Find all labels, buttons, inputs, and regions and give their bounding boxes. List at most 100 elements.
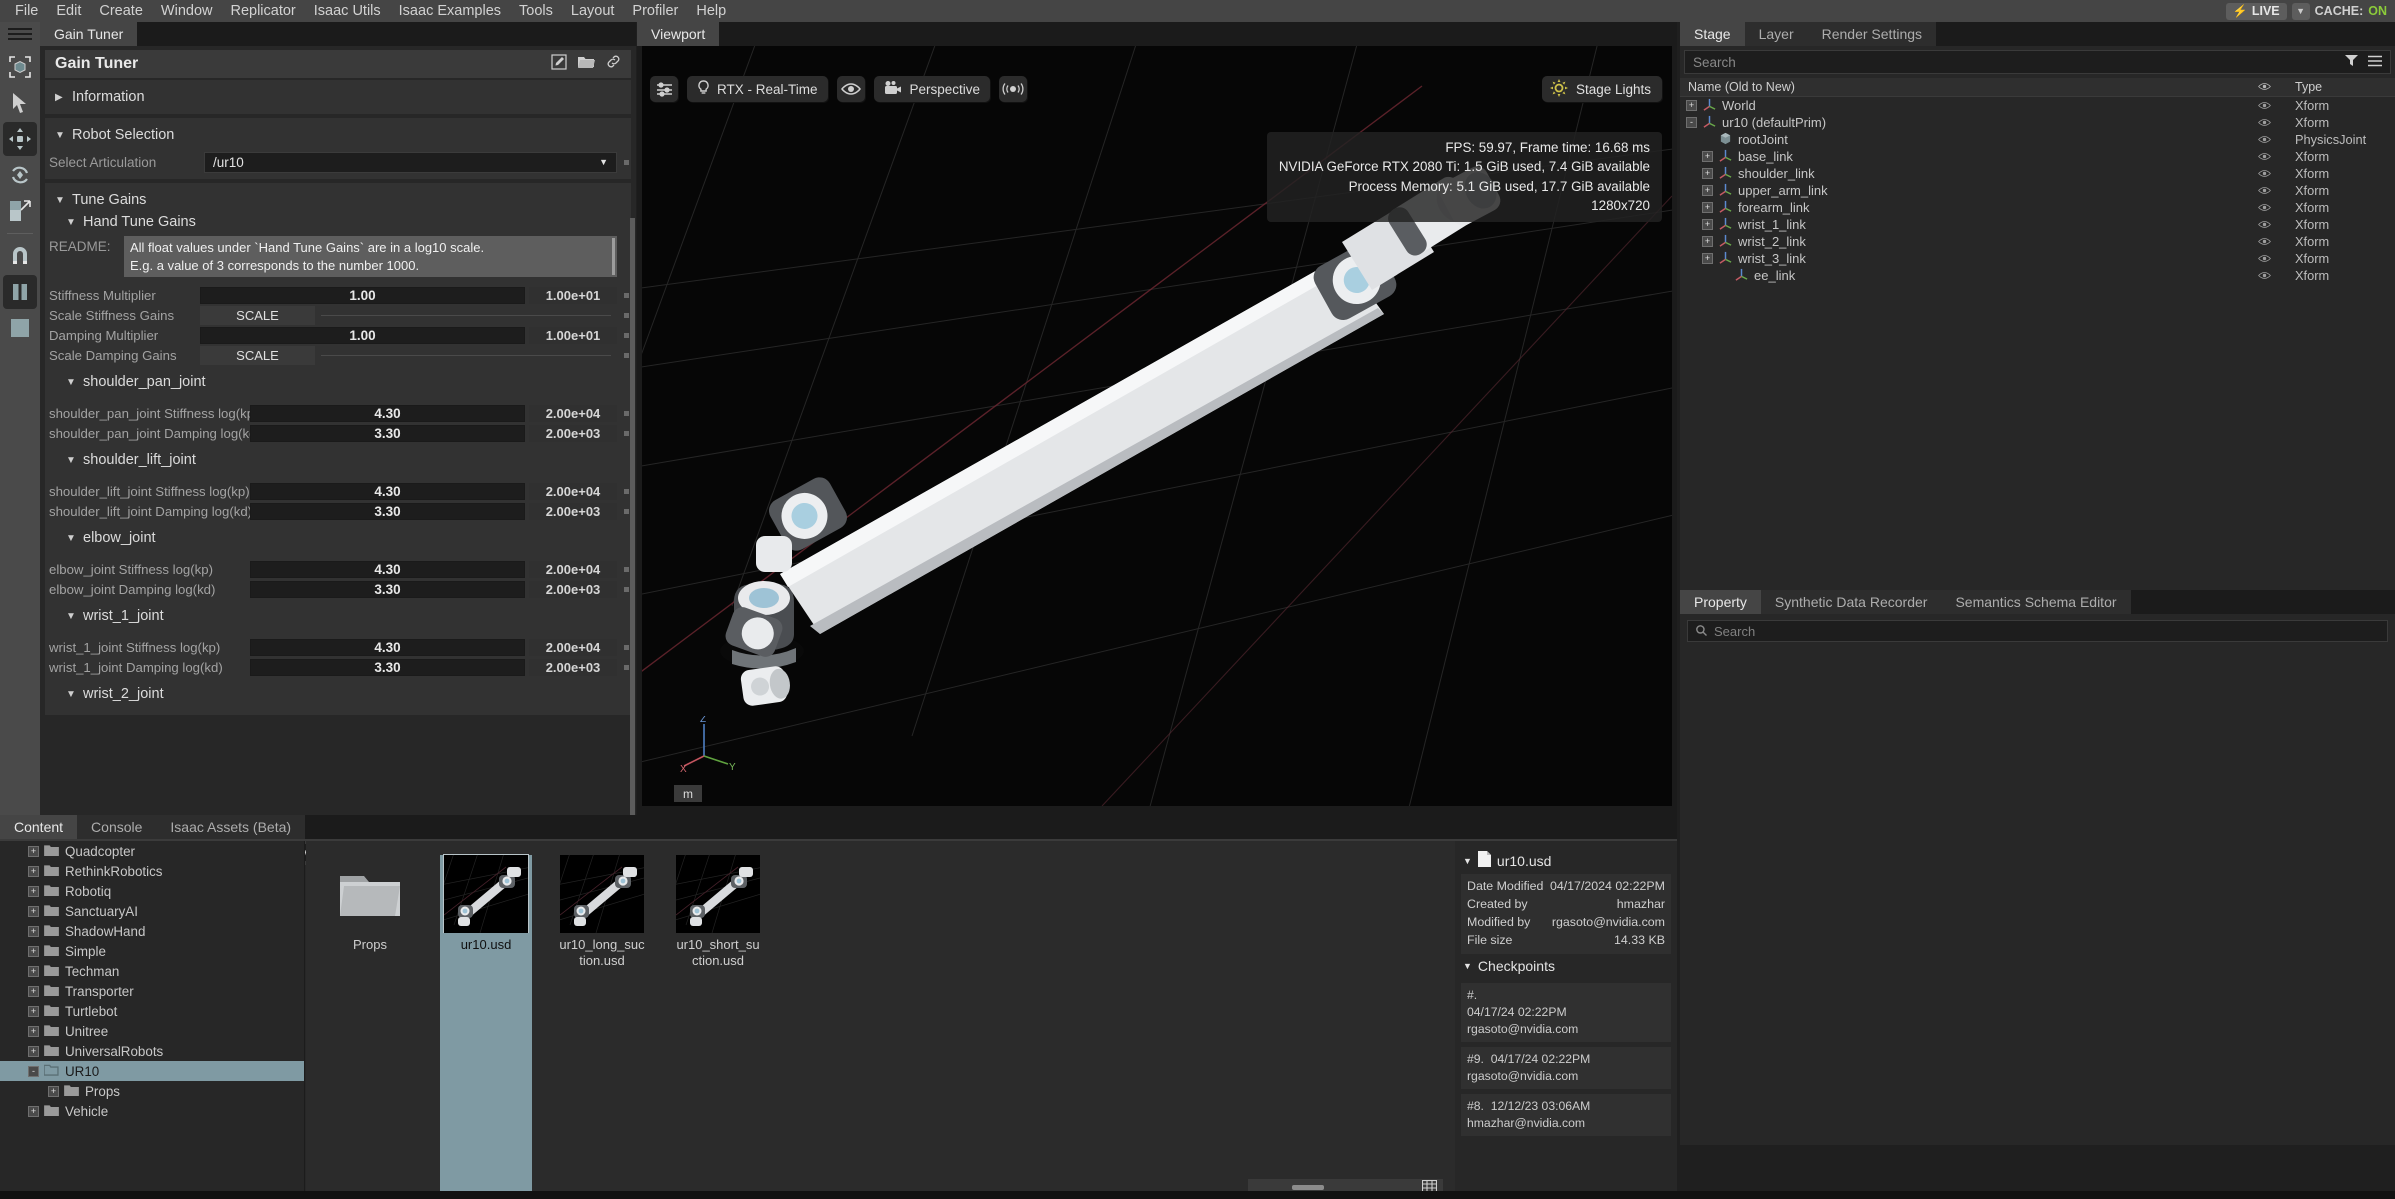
viewport-settings-icon[interactable]	[650, 76, 678, 102]
tab-console[interactable]: Console	[77, 815, 157, 839]
joint-header-elbow[interactable]: ▼ elbow_joint	[45, 527, 631, 549]
stage-tree-row[interactable]: + shoulder_link Xform	[1680, 165, 2395, 182]
joint-damping-input[interactable]: 3.30	[250, 659, 525, 677]
content-tree-row[interactable]: + Transporter	[0, 981, 304, 1001]
joint-header-shoulder-lift[interactable]: ▼ shoulder_lift_joint	[45, 449, 631, 471]
property-search-input[interactable]: Search	[1687, 620, 2388, 642]
stage-tree-row[interactable]: + base_link Xform	[1680, 148, 2395, 165]
select-bounds-icon[interactable]	[3, 50, 37, 84]
menu-item-replicator[interactable]: Replicator	[221, 0, 304, 22]
play-pause-icon[interactable]	[3, 275, 37, 309]
content-tree-row[interactable]: + Vehicle	[0, 1101, 304, 1121]
menu-item-help[interactable]: Help	[687, 0, 735, 22]
content-tree-row[interactable]: + Turtlebot	[0, 1001, 304, 1021]
viewport-canvas[interactable]: RTX - Real-Time Perspective Stage Lights…	[642, 46, 1672, 806]
joint-damping-input[interactable]: 3.30	[250, 581, 525, 599]
live-toggle-button[interactable]: ⚡ LIVE	[2225, 2, 2287, 20]
tab-render-settings[interactable]: Render Settings	[1807, 22, 1937, 46]
visibility-eye-icon[interactable]	[2243, 101, 2285, 110]
content-tree-row[interactable]: + Unitree	[0, 1021, 304, 1041]
toolbar-drag-handle[interactable]	[8, 28, 32, 40]
visibility-eye-icon[interactable]	[2243, 254, 2285, 263]
audio-listener-icon[interactable]	[999, 76, 1028, 102]
visibility-eye-icon[interactable]	[2243, 237, 2285, 246]
tab-gain-tuner[interactable]: Gain Tuner	[40, 22, 138, 46]
tab-synthetic-data-recorder[interactable]: Synthetic Data Recorder	[1760, 590, 1942, 614]
scale-damping-gains-button[interactable]: SCALE	[200, 346, 315, 366]
expander-toggle[interactable]: +	[48, 1085, 59, 1097]
stage-lights-button[interactable]: Stage Lights	[1541, 76, 1662, 102]
menu-item-create[interactable]: Create	[90, 0, 152, 22]
joint-stiffness-input[interactable]: 4.30	[250, 639, 525, 657]
content-tree-row[interactable]: + RethinkRobotics	[0, 861, 304, 881]
content-tree-row[interactable]: + Quadcopter	[0, 841, 304, 861]
move-tool-icon[interactable]	[3, 122, 37, 156]
expander-toggle[interactable]: +	[28, 885, 39, 897]
select-articulation-dropdown[interactable]: /ur10 ▼	[204, 151, 617, 173]
expander-toggle[interactable]: +	[28, 865, 39, 877]
content-grid-item[interactable]: Props	[324, 855, 416, 1199]
visibility-eye-icon[interactable]	[2243, 271, 2285, 280]
visibility-eye-icon[interactable]	[2243, 169, 2285, 178]
menu-item-window[interactable]: Window	[152, 0, 222, 22]
hamburger-menu-icon[interactable]	[2368, 55, 2382, 70]
checkpoint-item[interactable]: #8. 12/12/23 03:06AM hmazhar@nvidia.com	[1461, 1094, 1671, 1137]
visibility-eye-icon[interactable]	[2243, 203, 2285, 212]
damping-multiplier-input[interactable]: 1.00	[200, 327, 525, 345]
expander-toggle[interactable]: +	[1702, 253, 1713, 264]
visibility-eye-icon[interactable]	[2243, 118, 2285, 127]
menu-item-edit[interactable]: Edit	[47, 0, 90, 22]
menu-item-file[interactable]: File	[6, 0, 47, 22]
menu-item-isaac-utils[interactable]: Isaac Utils	[305, 0, 390, 22]
expander-toggle[interactable]: +	[28, 905, 39, 917]
joint-header-shoulder-pan[interactable]: ▼ shoulder_pan_joint	[45, 371, 631, 393]
content-tree-row[interactable]: + Robotiq	[0, 881, 304, 901]
joint-header-wrist-2[interactable]: ▼ wrist_2_joint	[45, 683, 631, 705]
rotate-tool-icon[interactable]	[3, 158, 37, 192]
tab-viewport[interactable]: Viewport	[637, 22, 720, 46]
expander-toggle[interactable]: +	[1702, 202, 1713, 213]
open-folder-icon[interactable]	[578, 55, 595, 74]
stage-tree-row[interactable]: + wrist_2_link Xform	[1680, 233, 2395, 250]
section-robot-selection-header[interactable]: ▼ Robot Selection	[45, 124, 631, 146]
expander-toggle[interactable]: +	[1702, 219, 1713, 230]
joint-stiffness-input[interactable]: 4.30	[250, 405, 525, 423]
tab-isaac-assets[interactable]: Isaac Assets (Beta)	[156, 815, 306, 839]
joint-damping-input[interactable]: 3.30	[250, 425, 525, 443]
expander-toggle[interactable]: -	[28, 1065, 39, 1077]
menu-item-isaac-examples[interactable]: Isaac Examples	[390, 0, 510, 22]
snap-magnet-icon[interactable]	[3, 239, 37, 273]
column-name[interactable]: Name (Old to New)	[1680, 80, 2243, 94]
expander-toggle[interactable]: +	[1686, 100, 1697, 111]
visibility-eye-icon[interactable]	[2243, 186, 2285, 195]
scrollbar-thumb[interactable]	[1292, 1184, 1324, 1190]
checkpoints-header[interactable]: ▼ Checkpoints	[1461, 954, 1671, 978]
content-tree-row[interactable]: + Props	[0, 1081, 304, 1101]
column-type[interactable]: Type	[2285, 80, 2395, 94]
section-hand-tune-gains-header[interactable]: ▼ Hand Tune Gains	[45, 211, 631, 233]
readme-scrollbar[interactable]	[612, 238, 615, 276]
menu-item-tools[interactable]: Tools	[510, 0, 562, 22]
content-grid-item[interactable]: ur10.usd	[440, 854, 532, 1199]
visibility-eye-icon[interactable]	[2243, 152, 2285, 161]
filter-icon[interactable]	[2345, 54, 2358, 70]
content-tree-row[interactable]: + SanctuaryAI	[0, 901, 304, 921]
axis-gizmo[interactable]: Z X Y	[680, 714, 740, 778]
expander-toggle[interactable]: +	[1702, 168, 1713, 179]
expander-toggle[interactable]: +	[28, 1005, 39, 1017]
expander-toggle[interactable]: -	[1686, 117, 1697, 128]
joint-damping-input[interactable]: 3.30	[250, 503, 525, 521]
content-grid-item[interactable]: ur10_long_suction.usd	[556, 855, 648, 1199]
stage-tree-row[interactable]: rootJoint PhysicsJoint	[1680, 131, 2395, 148]
camera-selector[interactable]: Perspective	[873, 76, 991, 102]
content-tree-row[interactable]: + Simple	[0, 941, 304, 961]
chevron-down-icon[interactable]: ▼	[1463, 856, 1472, 866]
tab-semantics-schema-editor[interactable]: Semantics Schema Editor	[1941, 590, 2131, 614]
expander-toggle[interactable]: +	[1702, 185, 1713, 196]
tab-property[interactable]: Property	[1680, 590, 1761, 614]
joint-stiffness-input[interactable]: 4.30	[250, 483, 525, 501]
visibility-eye-icon[interactable]	[2243, 220, 2285, 229]
checkpoint-item[interactable]: #. 04/17/24 02:22PM rgasoto@nvidia.com	[1461, 982, 1671, 1043]
eye-icon[interactable]	[836, 76, 865, 102]
expander-toggle[interactable]: +	[28, 1045, 39, 1057]
